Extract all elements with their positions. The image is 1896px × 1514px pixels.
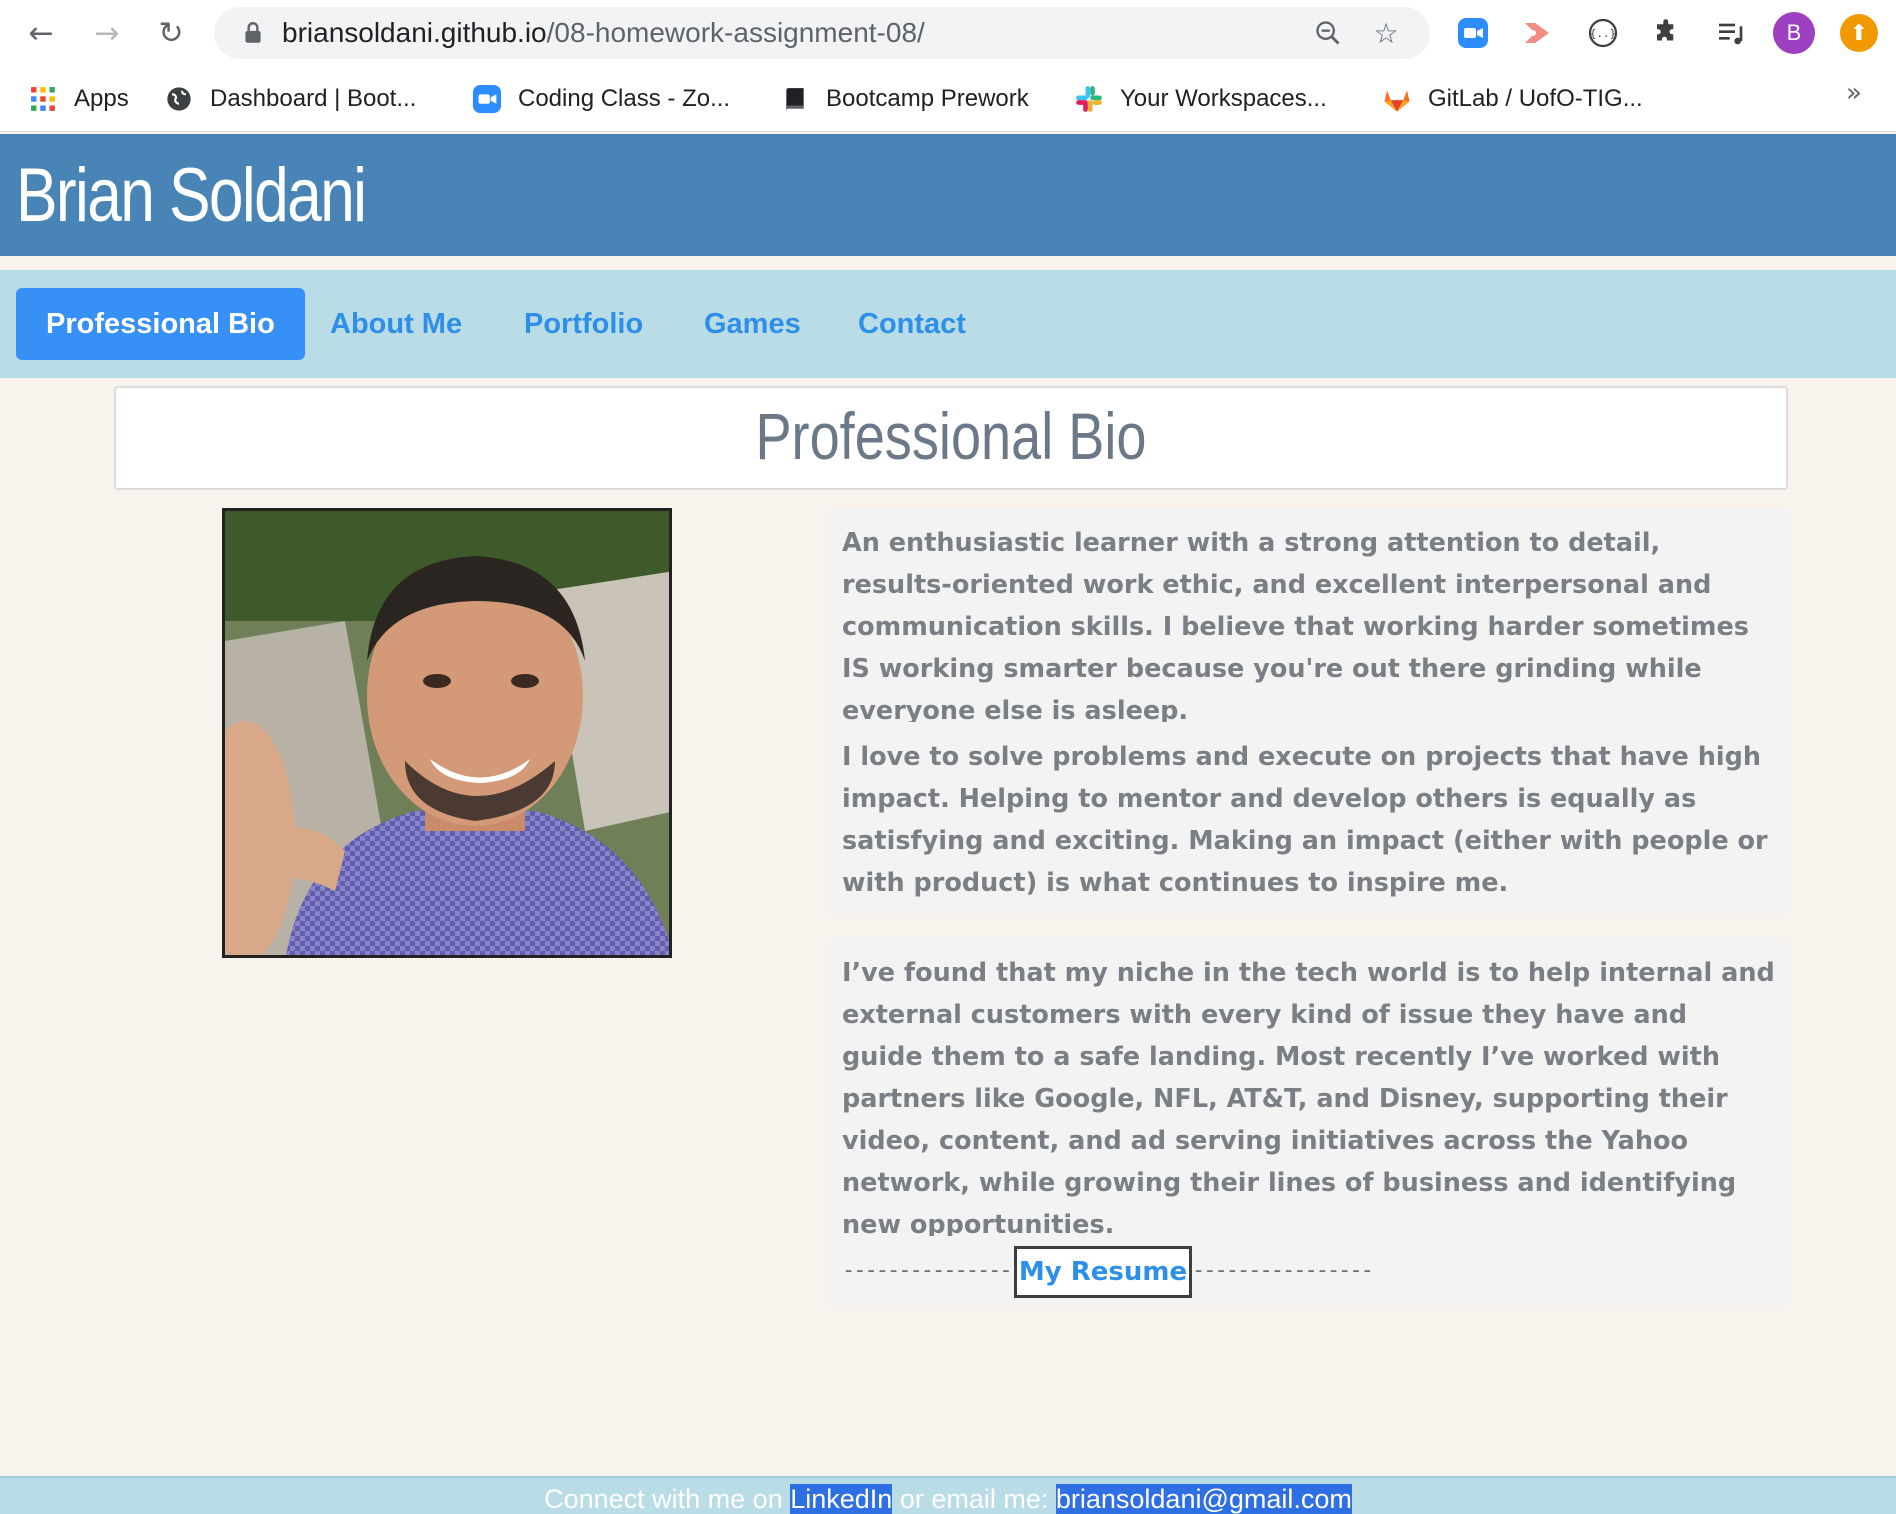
media-queue-icon[interactable]: [1712, 14, 1750, 52]
gitlab-icon: [1382, 84, 1412, 114]
nav-portfolio[interactable]: Portfolio: [524, 288, 643, 360]
forward-arrow-icon[interactable]: →: [86, 12, 128, 54]
zoom-extension-icon[interactable]: [1454, 14, 1492, 52]
resume-dashes-right: ----------------: [1192, 1258, 1374, 1283]
address-bar[interactable]: briansoldani.github.io/08-homework-assig…: [214, 7, 1430, 59]
bookmark-gitlab[interactable]: GitLab / UofO-TIG...: [1382, 80, 1643, 118]
site-title: Brian Soldani: [16, 153, 367, 238]
nav-about-me[interactable]: About Me: [330, 288, 462, 360]
email-link[interactable]: briansoldani@gmail.com: [1055, 1484, 1352, 1514]
slack-icon: [1074, 84, 1104, 114]
resume-dashes-left: ----------------: [842, 1258, 1024, 1283]
profile-avatar[interactable]: B: [1773, 12, 1815, 54]
bookmark-workspaces[interactable]: Your Workspaces...: [1074, 80, 1327, 118]
bookmark-star-icon[interactable]: ☆: [1370, 17, 1402, 50]
zoom-icon[interactable]: [1312, 17, 1344, 49]
apps-grid-icon: [28, 84, 58, 114]
footer-middle: or email me:: [892, 1484, 1056, 1514]
bookmark-label: Dashboard | Boot...: [210, 85, 417, 112]
bio-paragraph-3: I’ve found that my niche in the tech wor…: [830, 938, 1788, 1256]
bio-heading-box: Professional Bio: [114, 386, 1788, 490]
nav-contact[interactable]: Contact: [858, 288, 966, 360]
bookmark-prework[interactable]: Bootcamp Prework: [780, 80, 1029, 118]
bookmark-coding-class[interactable]: Coding Class - Zo...: [472, 80, 730, 118]
linkedin-link[interactable]: LinkedIn: [790, 1484, 893, 1514]
footer-text: Connect with me on LinkedIn or email me:…: [0, 1484, 1896, 1514]
lock-icon: [245, 22, 261, 43]
bio-paragraph-2: I love to solve problems and execute on …: [830, 722, 1788, 914]
reload-icon[interactable]: ↻: [150, 12, 192, 54]
resume-button[interactable]: My Resume: [1014, 1246, 1192, 1298]
json-viewer-icon[interactable]: {..}: [1584, 14, 1622, 52]
browser-toolbar: ← → ↻ briansoldani.github.io/08-homework…: [0, 0, 1896, 66]
site-header: Brian Soldani: [0, 134, 1896, 256]
book-icon: [780, 84, 810, 114]
globe-icon: [164, 84, 194, 114]
more-bookmarks-chevron-icon[interactable]: »: [1846, 78, 1862, 108]
svg-text:{..}: {..}: [1590, 27, 1617, 40]
footer-prefix: Connect with me on: [544, 1484, 791, 1514]
resume-row: ---------------- My Resume -------------…: [830, 1236, 1788, 1306]
nav-professional-bio[interactable]: Professional Bio: [16, 288, 305, 360]
zoom-icon: [472, 84, 502, 114]
bio-heading: Professional Bio: [755, 399, 1147, 473]
update-arrow-icon[interactable]: ⬆: [1840, 14, 1878, 52]
profile-photo: [222, 508, 672, 958]
site-footer: Connect with me on LinkedIn or email me:…: [0, 1476, 1896, 1514]
url-host: briansoldani.github.io: [282, 17, 547, 48]
url-path: /08-homework-assignment-08/: [546, 17, 925, 48]
bookmark-label: Bootcamp Prework: [826, 85, 1029, 112]
site-nav: Professional Bio About Me Portfolio Game…: [0, 270, 1896, 378]
back-arrow-icon[interactable]: ←: [20, 12, 62, 54]
bookmark-dashboard[interactable]: Dashboard | Boot...: [164, 80, 416, 118]
screen-recorder-icon[interactable]: [1518, 14, 1556, 52]
bookmark-label: Apps: [74, 85, 129, 112]
url-text: briansoldani.github.io/08-homework-assig…: [282, 17, 925, 49]
nav-games[interactable]: Games: [704, 288, 801, 360]
bookmark-label: GitLab / UofO-TIG...: [1428, 85, 1643, 112]
bookmark-label: Coding Class - Zo...: [518, 85, 731, 112]
bookmark-label: Your Workspaces...: [1120, 85, 1327, 112]
extensions-puzzle-icon[interactable]: [1648, 14, 1686, 52]
bookmark-apps[interactable]: Apps: [28, 80, 129, 118]
bookmarks-bar: Apps Dashboard | Boot... Coding Class - …: [0, 66, 1896, 132]
bio-paragraph-1: An enthusiastic learner with a strong at…: [830, 508, 1788, 742]
